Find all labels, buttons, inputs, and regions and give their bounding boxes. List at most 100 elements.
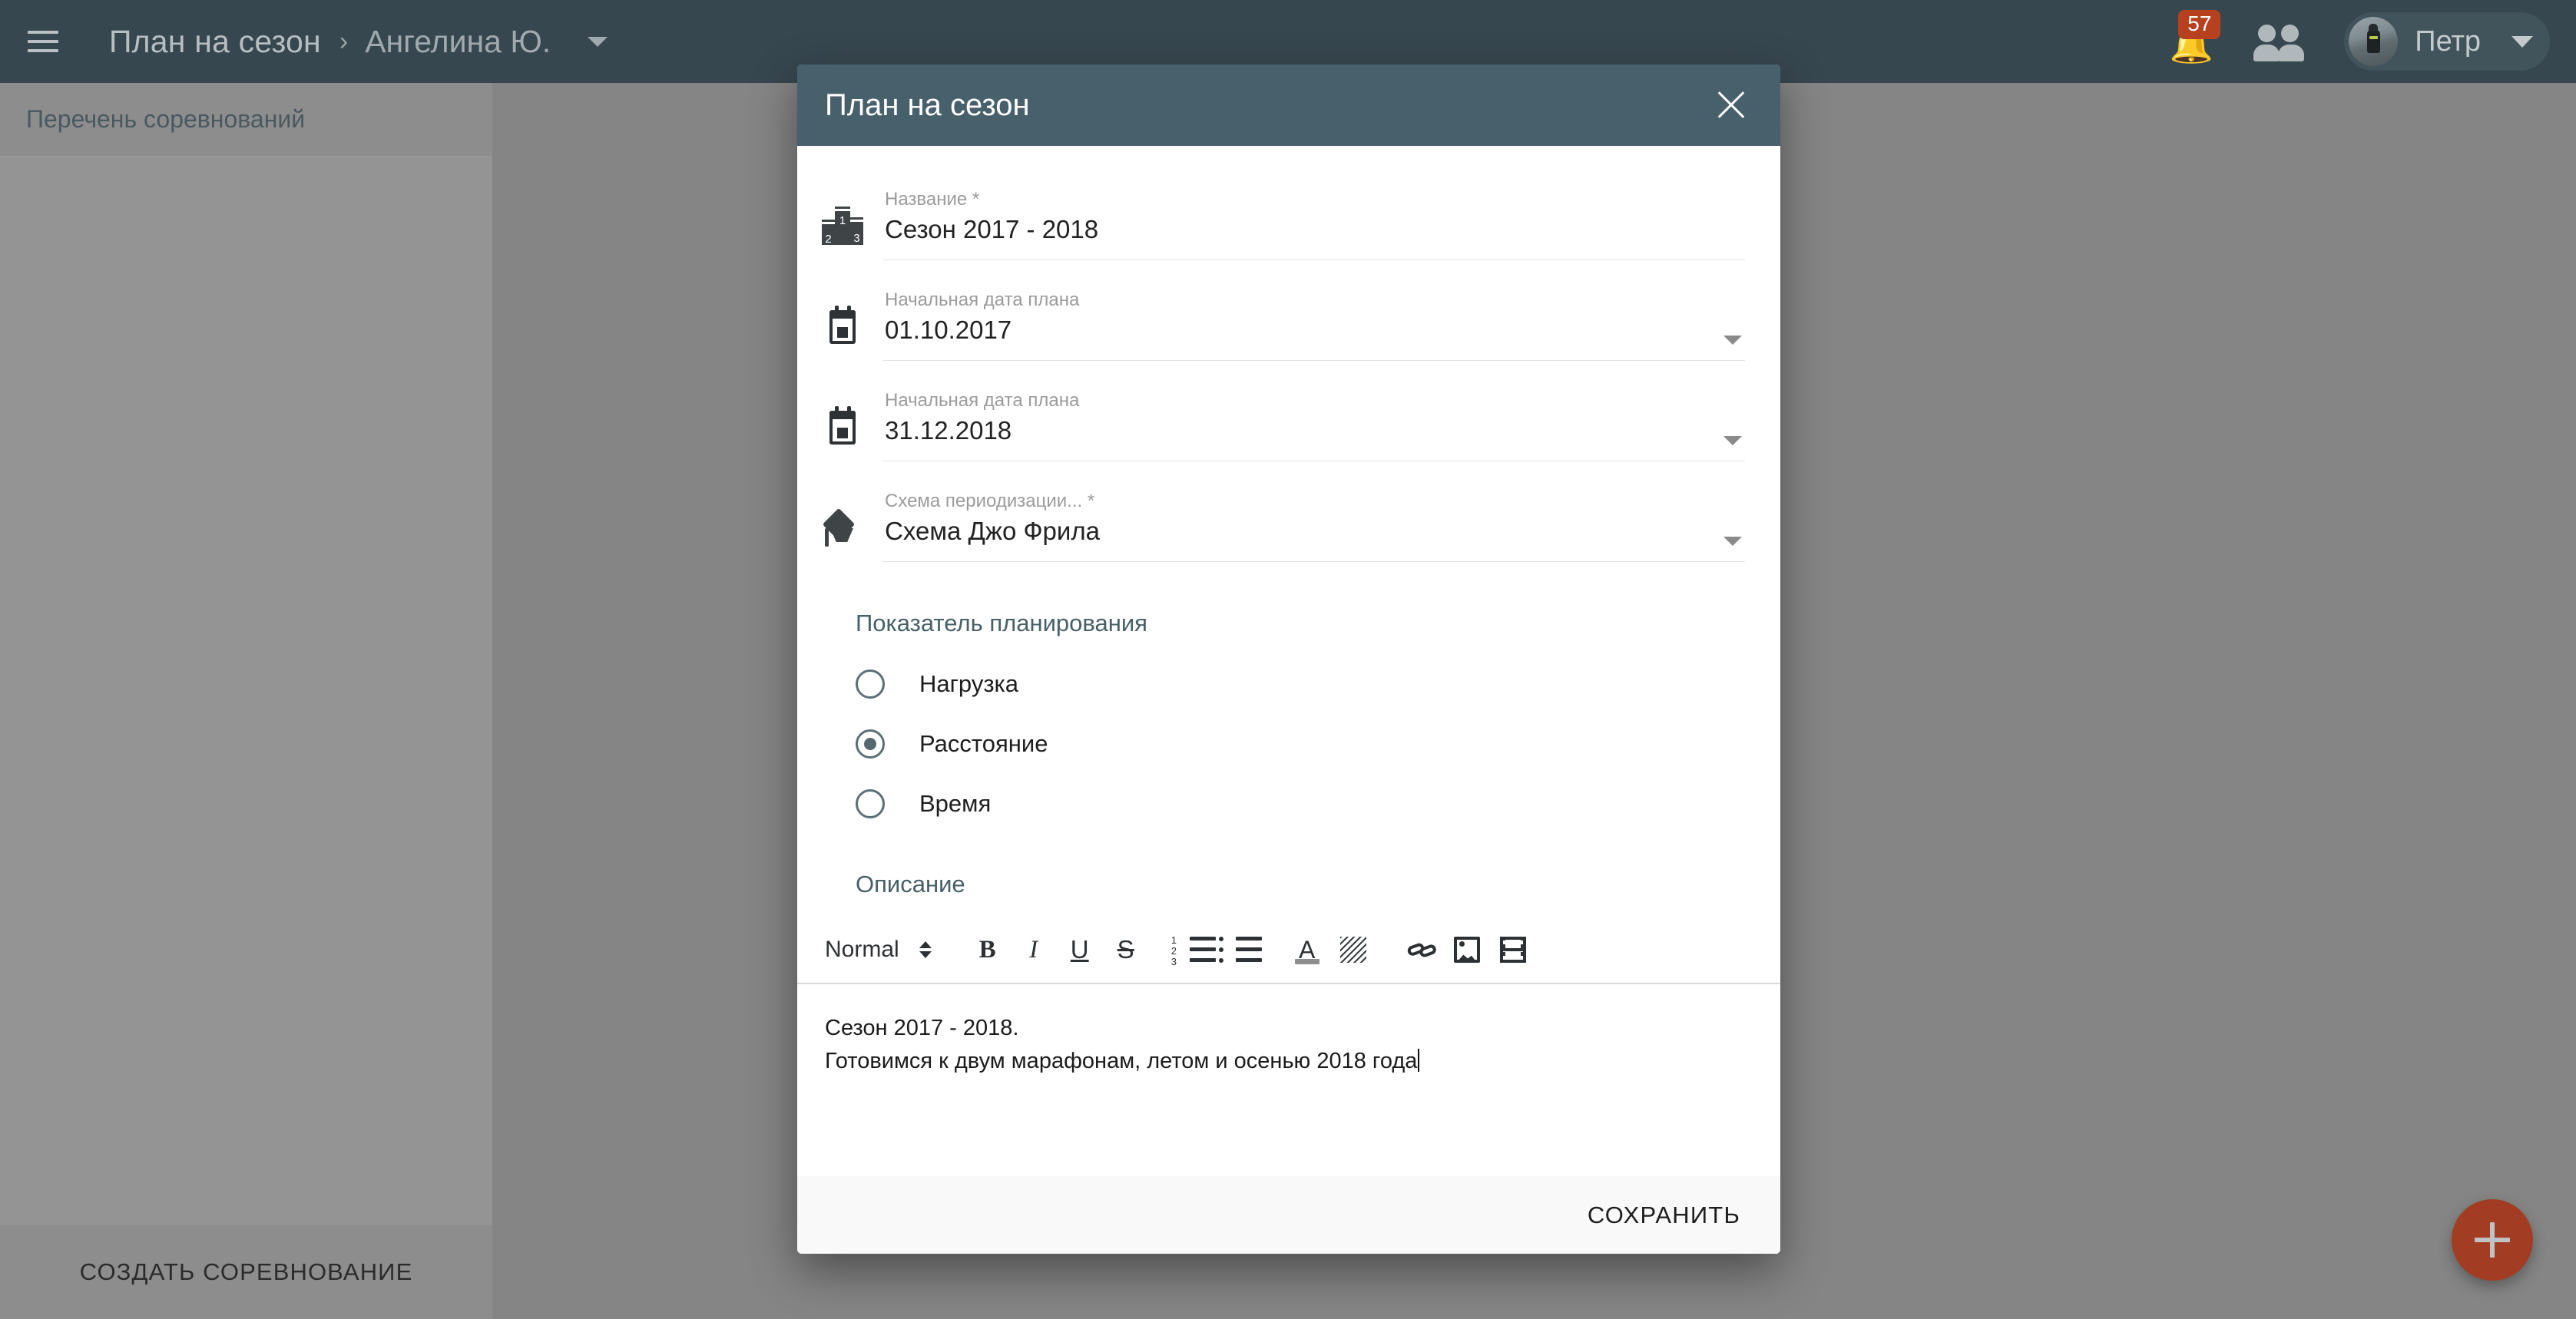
close-icon[interactable] <box>1710 84 1753 127</box>
video-mid-bar <box>1499 948 1526 951</box>
podium-icon: 1 2 3 <box>820 203 865 248</box>
planning-indicator-section: Показатель планирования Нагрузка Расстоя… <box>797 610 1780 834</box>
hamburger-line <box>28 31 58 34</box>
field-end-date-main: Начальная дата плана 31.12.2018 <box>883 390 1745 461</box>
chevron-down-icon[interactable] <box>1723 537 1742 546</box>
image-icon[interactable] <box>1445 927 1489 972</box>
field-name-label: Название * <box>885 189 980 210</box>
radio-indicator[interactable] <box>856 669 885 699</box>
breadcrumb-item-athlete[interactable]: Ангелина Ю. <box>365 24 551 60</box>
link-icon[interactable] <box>1392 921 1449 978</box>
bold-button[interactable]: B <box>965 927 1010 972</box>
podium-bar-2 <box>822 220 835 222</box>
field-start-date-main: Начальная дата плана 01.10.2017 <box>883 289 1745 361</box>
description-section: Описание Normal B I U S 1 2 3 A Сезон 20… <box>797 871 1780 1176</box>
avatar-figure <box>2367 30 2381 53</box>
people-body-left <box>2253 45 2280 61</box>
list-bullet <box>1218 947 1223 952</box>
breadcrumb-item-plan[interactable]: План на сезон <box>109 24 321 60</box>
list-number-2: 2 <box>1170 945 1177 957</box>
radio-option-load-label: Нагрузка <box>919 670 1019 697</box>
dialog-footer: СОХРАНИТЬ <box>797 1176 1780 1254</box>
dialog-body: 1 2 3 Название * Сезон 2017 - 2018 Начал… <box>797 146 1780 1176</box>
text-color-icon[interactable]: A <box>1285 927 1329 972</box>
description-heading: Описание <box>856 871 965 898</box>
updown-arrows-icon <box>919 941 932 958</box>
list-bullet <box>1218 958 1223 963</box>
field-periodization-scheme: Схема периодизации... * Схема Джо Фрила <box>797 475 1780 562</box>
list-bullet <box>1218 937 1223 941</box>
field-start-date: Начальная дата плана 01.10.2017 <box>797 274 1780 361</box>
save-button[interactable]: СОХРАНИТЬ <box>1581 1192 1747 1238</box>
calendar-day-dot <box>837 327 848 338</box>
podium-step-3: 3 <box>850 222 863 245</box>
plus-icon <box>2490 1222 2495 1258</box>
user-menu-button[interactable]: Петр <box>2344 12 2550 71</box>
podium-step-2: 2 <box>822 224 835 245</box>
add-fab-button[interactable] <box>2452 1199 2533 1281</box>
dialog-title: План на сезон <box>825 88 1030 122</box>
field-name: 1 2 3 Название * Сезон 2017 - 2018 <box>797 174 1780 260</box>
format-select[interactable]: Normal <box>825 937 932 963</box>
notifications-badge: 57 <box>2178 10 2221 39</box>
underline-button[interactable]: U <box>1058 927 1102 972</box>
background-color-icon[interactable] <box>1331 927 1376 972</box>
competitions-panel-title: Перечень соревнований <box>26 105 306 133</box>
calendar-header-bar <box>829 411 856 419</box>
avatar-figure-bib <box>2369 36 2379 39</box>
radio-indicator[interactable] <box>856 789 885 818</box>
list-line <box>1235 937 1262 940</box>
field-start-date-input[interactable]: 01.10.2017 <box>883 316 1745 352</box>
field-start-date-label: Начальная дата плана <box>885 289 1080 310</box>
text-color-swatch <box>1294 959 1319 964</box>
cap-tassel <box>825 528 829 547</box>
field-periodization-select[interactable]: Схема Джо Фрила <box>883 517 1745 554</box>
people-head-left <box>2258 25 2276 42</box>
background-color-hatch <box>1339 937 1366 963</box>
radio-option-time-label: Время <box>919 790 992 817</box>
podium-bar-1 <box>835 207 850 209</box>
breadcrumb-separator-icon: › <box>339 26 349 56</box>
people-icon[interactable] <box>2253 21 2309 61</box>
chevron-down-icon[interactable] <box>1723 336 1742 345</box>
description-line-with-caret: Готовимся к двум марафонам, летом и осен… <box>825 1045 1753 1078</box>
radio-option-time[interactable]: Время <box>797 774 1780 834</box>
video-icon[interactable] <box>1491 927 1535 972</box>
field-periodization-main: Схема периодизации... * Схема Джо Фрила <box>883 491 1745 562</box>
format-select-label: Normal <box>825 937 899 962</box>
strikethrough-button[interactable]: S <box>1104 927 1148 972</box>
create-competition-button[interactable]: СОЗДАТЬ СОРЕВНОВАНИЕ <box>0 1225 492 1319</box>
season-plan-dialog: План на сезон 1 2 3 Название * Сезон 201… <box>797 64 1780 1254</box>
hamburger-line <box>28 40 58 43</box>
radio-option-load[interactable]: Нагрузка <box>797 654 1780 714</box>
competitions-list <box>0 157 492 1225</box>
field-name-input[interactable]: Сезон 2017 - 2018 <box>883 215 1745 252</box>
radio-indicator-selected[interactable] <box>856 729 885 759</box>
italic-button[interactable]: I <box>1012 927 1056 972</box>
avatar <box>2349 17 2399 66</box>
ordered-list-glyph: 1 2 3 <box>1171 933 1216 967</box>
hamburger-line <box>28 49 58 52</box>
description-line: Сезон 2017 - 2018. <box>825 1016 1019 1040</box>
radio-option-distance[interactable]: Расстояние <box>797 714 1780 774</box>
list-number-1: 1 <box>1170 934 1177 946</box>
list-line <box>1189 947 1216 951</box>
chevron-down-icon[interactable] <box>588 36 608 47</box>
list-line <box>1189 937 1216 940</box>
planning-indicator-heading: Показатель планирования <box>856 610 1147 636</box>
arrow-down <box>919 951 932 958</box>
calendar-header-bar <box>829 310 856 319</box>
field-end-date-label: Начальная дата плана <box>885 390 1080 411</box>
hamburger-menu-icon[interactable] <box>23 26 63 57</box>
app-bar-actions: 🔔 57 Петр <box>2163 10 2576 71</box>
chevron-down-icon[interactable] <box>1723 436 1742 445</box>
ordered-list-icon[interactable]: 1 2 3 <box>1171 927 1216 972</box>
breadcrumb: План на сезон › Ангелина Ю. <box>109 24 608 60</box>
description-line-text: Готовимся к двум марафонам, летом и осен… <box>825 1048 1418 1073</box>
people-head-right <box>2281 25 2300 42</box>
notifications-button[interactable]: 🔔 57 <box>2163 10 2221 70</box>
calendar-icon <box>820 405 865 449</box>
field-end-date-input[interactable]: 31.12.2018 <box>883 416 1745 453</box>
bullet-list-icon[interactable] <box>1217 927 1262 972</box>
description-textarea[interactable]: Сезон 2017 - 2018. Готовимся к двум мара… <box>797 984 1780 1176</box>
